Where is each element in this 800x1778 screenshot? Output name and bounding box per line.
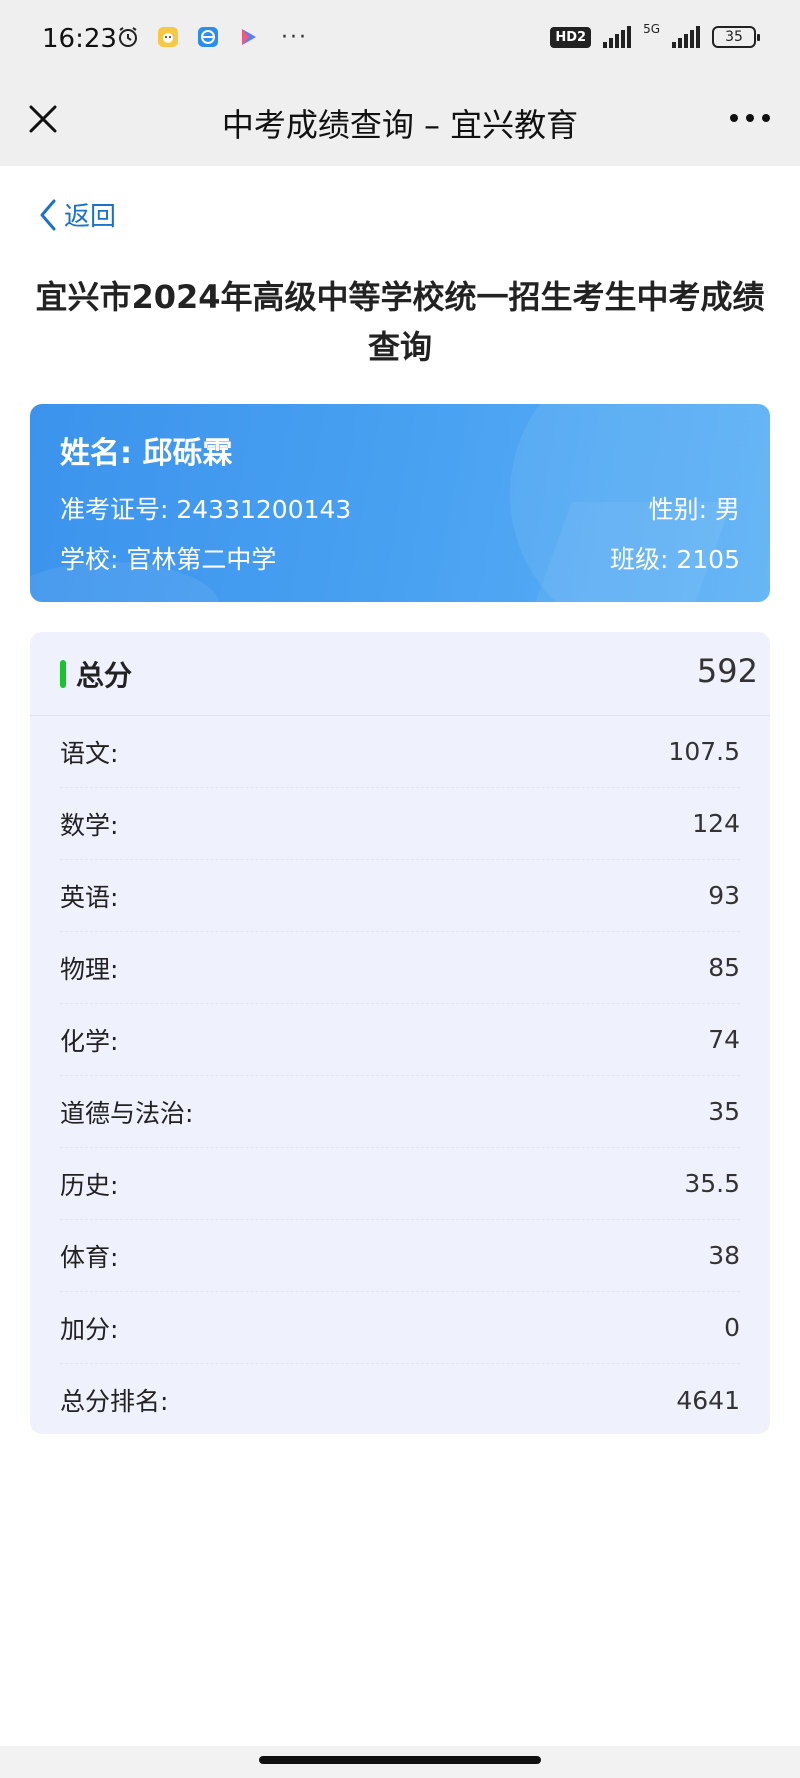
score-row: 加分: 0 <box>60 1292 740 1364</box>
app-bar: 中考成绩查询 – 宜兴教育 <box>0 80 800 166</box>
signal-icon <box>603 26 632 48</box>
student-info-card: 姓名: 邱砾霖 准考证号: 24331200143 性别: 男 学校: 官林第二… <box>30 404 770 602</box>
status-bar: 16:23 ··· HD2 5G 35 <box>0 0 800 80</box>
score-value: 74 <box>708 1025 740 1054</box>
score-label: 体育: <box>60 1242 119 1272</box>
score-label: 物理: <box>60 954 119 984</box>
browser-icon <box>195 24 221 50</box>
score-label: 总分排名: <box>60 1387 169 1416</box>
score-value: 38 <box>708 1241 740 1270</box>
student-name: 姓名: 邱砾霖 <box>60 436 233 471</box>
home-indicator[interactable] <box>259 1756 541 1764</box>
score-label: 加分: <box>60 1314 119 1344</box>
app-bar-title: 中考成绩查询 – 宜兴教育 <box>221 106 579 144</box>
student-row-exam: 准考证号: 24331200143 性别: 男 <box>60 490 740 526</box>
hd-badge: HD2 <box>550 26 592 48</box>
score-row: 总分排名: 4641 <box>60 1364 740 1436</box>
alarm-icon <box>115 24 141 50</box>
score-value: 35 <box>708 1097 740 1126</box>
score-row: 英语: 93 <box>60 860 740 932</box>
score-label: 历史: <box>60 1170 119 1200</box>
status-more-dots: ··· <box>281 24 308 50</box>
back-label: 返回 <box>64 202 117 232</box>
score-row: 历史: 35.5 <box>60 1148 740 1220</box>
play-icon <box>235 24 261 50</box>
signal-icon-2 <box>672 26 700 48</box>
school: 学校: 官林第二中学 <box>60 545 277 574</box>
score-row: 道德与法治: 35 <box>60 1076 740 1148</box>
total-label: 总分 <box>76 659 133 692</box>
total-value: 592 <box>696 652 758 690</box>
score-row: 物理: 85 <box>60 932 740 1004</box>
class: 班级: 2105 <box>610 545 740 574</box>
score-list: 语文: 107.5 数学: 124 英语: 93 物理: 85 化学: 74 道德与法治:… <box>60 716 740 1436</box>
score-value: 0 <box>724 1313 740 1342</box>
status-time: 16:23 <box>42 24 117 54</box>
total-score-row: 总分 592 <box>30 632 770 716</box>
app-icon-yellow <box>155 24 181 50</box>
status-system-icons: HD2 5G 35 <box>550 22 760 48</box>
score-value: 85 <box>708 953 740 982</box>
page-title: 宜兴市2024年高级中等学校统一招生考生中考成绩查询 <box>35 278 765 366</box>
exam-id: 准考证号: 24331200143 <box>60 495 352 524</box>
score-value: 124 <box>692 809 740 838</box>
student-row-school: 学校: 官林第二中学 班级: 2105 <box>60 540 740 576</box>
score-card: 总分 592 语文: 107.5 数学: 124 英语: 93 物理: 85 化学: 74… <box>30 632 770 1434</box>
score-row: 数学: 124 <box>60 788 740 860</box>
more-icon[interactable] <box>730 114 770 126</box>
total-accent-bar <box>60 660 66 688</box>
battery-icon: 35 <box>712 26 760 48</box>
score-value: 35.5 <box>684 1169 740 1198</box>
score-label: 数学: <box>60 810 119 840</box>
score-value: 4641 <box>676 1385 740 1415</box>
network-label: 5G <box>643 22 660 36</box>
gender: 性别: 男 <box>648 495 740 524</box>
score-label: 英语: <box>60 882 119 912</box>
score-label: 道德与法治: <box>60 1098 194 1128</box>
back-button[interactable]: 返回 <box>38 196 116 233</box>
score-row: 体育: 38 <box>60 1220 740 1292</box>
score-row: 语文: 107.5 <box>60 716 740 788</box>
score-value: 107.5 <box>668 737 740 766</box>
score-value: 93 <box>708 881 740 910</box>
chevron-left-icon <box>40 199 56 230</box>
score-label: 语文: <box>60 738 119 768</box>
status-notification-icons: ··· <box>115 24 308 50</box>
system-nav-bar <box>0 1746 800 1778</box>
score-label: 化学: <box>60 1026 119 1056</box>
score-row: 化学: 74 <box>60 1004 740 1076</box>
battery-level: 35 <box>725 29 743 45</box>
